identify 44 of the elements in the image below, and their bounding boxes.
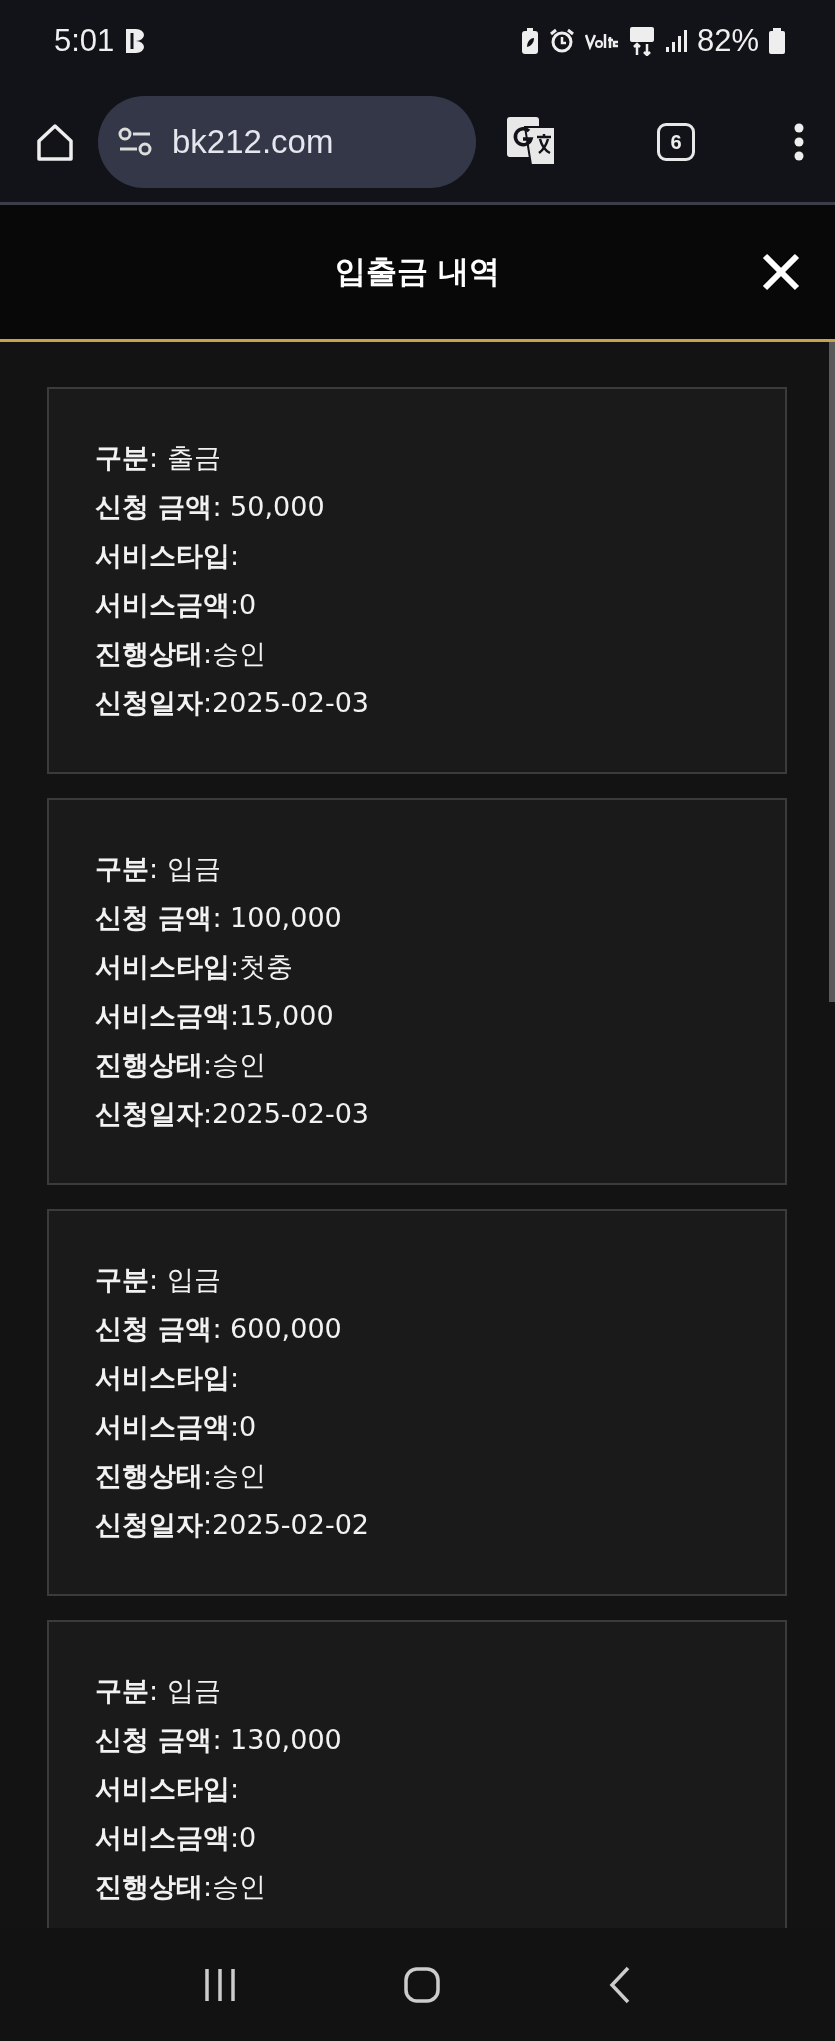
close-button[interactable] — [761, 252, 801, 292]
scrollbar[interactable] — [829, 342, 835, 1002]
transaction-field: 구분: 입금 — [95, 844, 765, 893]
transaction-field: 진행상태:승인 — [95, 629, 765, 678]
transaction-field: 서비스금액:0 — [95, 1813, 765, 1862]
transaction-field: 신청일자:2025-02-03 — [95, 678, 765, 727]
transaction-field: 서비스금액:15,000 — [95, 991, 765, 1040]
transaction-field: 진행상태:승인 — [95, 1862, 765, 1911]
url-text: bk212.com — [172, 123, 334, 161]
home-button[interactable] — [34, 121, 76, 163]
signal-icon — [664, 29, 687, 53]
transaction-field: 신청 금액: 50,000 — [95, 482, 765, 531]
battery-saver-icon — [520, 27, 539, 55]
page-title: 입출금 내역 — [334, 252, 501, 291]
address-bar[interactable]: bk212.com — [98, 96, 476, 188]
transaction-field: 구분: 입금 — [95, 1255, 765, 1304]
battery-icon — [769, 28, 785, 54]
transaction-field: 신청 금액: 100,000 — [95, 893, 765, 942]
app-notification-icon — [124, 28, 147, 54]
home-nav-button[interactable] — [403, 1965, 442, 2004]
transaction-field: 신청 금액: 130,000 — [95, 1715, 765, 1764]
transaction-field: 진행상태:승인 — [95, 1451, 765, 1500]
transaction-field: 서비스타입: — [95, 531, 765, 580]
transaction-field: 서비스타입: — [95, 1353, 765, 1402]
transaction-field: 서비스금액:0 — [95, 580, 765, 629]
recent-apps-button[interactable] — [203, 1966, 238, 2003]
status-time: 5:01 — [54, 23, 115, 59]
transaction-field: 서비스타입:첫충 — [95, 942, 765, 991]
more-menu-button[interactable] — [793, 122, 805, 162]
transaction-field: 서비스타입: — [95, 1764, 765, 1813]
back-button[interactable] — [607, 1964, 632, 2005]
alarm-icon — [548, 28, 575, 54]
mobile-data-icon — [628, 26, 655, 56]
transaction-field: 구분: 출금 — [95, 433, 765, 482]
transaction-field: 진행상태:승인 — [95, 1040, 765, 1089]
tab-count-button[interactable]: 6 — [657, 123, 695, 161]
transaction-field: 신청일자:2025-02-03 — [95, 1089, 765, 1138]
transaction-field: 신청일자:2025-02-02 — [95, 1500, 765, 1549]
transaction-field: 구분: 입금 — [95, 1666, 765, 1715]
battery-percentage: 82% — [696, 23, 759, 59]
site-settings-icon — [118, 127, 152, 157]
volte-icon — [584, 32, 619, 50]
transaction-field: 신청 금액: 600,000 — [95, 1304, 765, 1353]
transaction-field: 서비스금액:0 — [95, 1402, 765, 1451]
